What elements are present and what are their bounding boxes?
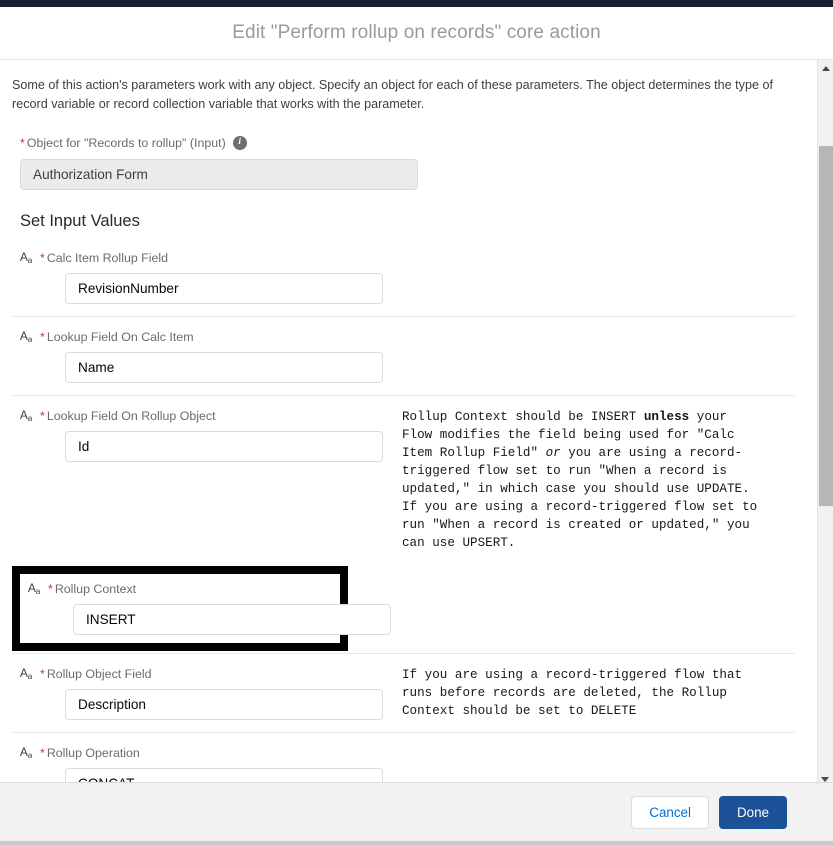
- param-row-lookup-field-on-rollup-object: Aa *Lookup Field On Rollup Object Rollup…: [12, 395, 795, 564]
- text-datatype-icon: Aa: [19, 408, 33, 423]
- modal-header: Edit "Perform rollup on records" core ac…: [0, 7, 833, 60]
- parameter-list: Aa *Calc Item Rollup Field Aa *Lookup Fi…: [12, 249, 795, 782]
- edit-core-action-modal: Edit "Perform rollup on records" core ac…: [0, 0, 833, 845]
- modal-body-scroll-area: Some of this action's parameters work wi…: [0, 60, 817, 782]
- modal-footer: Cancel Done: [0, 777, 833, 845]
- param-label: Rollup Operation: [46, 746, 140, 760]
- set-input-values-heading: Set Input Values: [20, 212, 140, 230]
- intro-description: Some of this action's parameters work wi…: [12, 78, 773, 111]
- param-left-column: Aa * Lookup Field On Calc Item: [12, 328, 402, 383]
- param-row-rollup-operation: Aa * Rollup Operation: [12, 732, 795, 782]
- object-for-records-to-rollup-block: * Object for "Records to rollup" (Input) …: [12, 134, 795, 190]
- required-marker: *: [40, 251, 45, 265]
- text-datatype-icon: Aa: [27, 581, 41, 596]
- note-segment-1: Rollup Context should be INSERT: [402, 410, 644, 424]
- page-title: Edit "Perform rollup on records" core ac…: [232, 22, 601, 43]
- rollup-context-annotation-note: Rollup Context should be INSERT unless y…: [402, 407, 795, 552]
- param-label-row: * Lookup Field On Calc Item: [40, 328, 402, 346]
- note-segment-italic: or: [545, 446, 561, 460]
- param-fields: * Calc Item Rollup Field: [40, 249, 402, 304]
- object-for-records-to-rollup-input[interactable]: Authorization Form: [20, 159, 418, 190]
- param-fields: * Rollup Context: [48, 580, 410, 635]
- param-fields: * Rollup Object Field: [40, 665, 402, 720]
- lookup-field-on-calc-item-input[interactable]: [65, 352, 383, 383]
- param-row-rollup-object-field: Aa *Rollup Object Field If you are using…: [12, 653, 795, 732]
- param-left-column: Aa * Lookup Field On Rollup Object: [12, 407, 402, 462]
- param-label-row: * Rollup Context: [48, 580, 410, 598]
- param-label-row: * Calc Item Rollup Field: [40, 249, 402, 267]
- required-marker: *: [20, 136, 25, 150]
- param-label: Lookup Field On Calc Item: [46, 330, 194, 344]
- note-segment-3: you are using a record- triggered flow s…: [402, 446, 758, 550]
- param-label: Rollup Context: [54, 582, 137, 596]
- param-row-rollup-context-highlighted: Aa * Rollup Context: [12, 566, 391, 651]
- done-button[interactable]: Done: [718, 795, 787, 829]
- cancel-button[interactable]: Cancel: [631, 795, 709, 829]
- required-marker: *: [40, 667, 45, 681]
- param-label: Rollup Object Field: [46, 667, 152, 681]
- param-label-row: * Rollup Operation: [40, 744, 402, 762]
- scroll-up-arrow-icon[interactable]: [818, 60, 833, 77]
- delete-context-annotation-note: If you are using a record-triggered flow…: [402, 668, 743, 718]
- rollup-context-input[interactable]: [73, 604, 391, 635]
- text-datatype-icon: Aa: [19, 666, 33, 681]
- param-left-column: Aa * Rollup Operation: [12, 744, 402, 782]
- lookup-field-on-rollup-object-input[interactable]: [65, 431, 383, 462]
- rollup-object-field-input[interactable]: [65, 689, 383, 720]
- required-marker: *: [40, 330, 45, 344]
- param-label-row: * Lookup Field On Rollup Object: [40, 407, 402, 425]
- param-label-row: * Rollup Object Field: [40, 665, 402, 683]
- param-left-column: Aa * Calc Item Rollup Field: [12, 249, 402, 304]
- calc-item-rollup-field-input[interactable]: [65, 273, 383, 304]
- param-fields: * Rollup Operation: [40, 744, 402, 782]
- param-row-lookup-field-on-calc-item: Aa * Lookup Field On Calc Item: [12, 316, 795, 395]
- param-left-column: Aa * Rollup Object Field: [12, 665, 402, 720]
- scrollbar-thumb[interactable]: [819, 146, 833, 506]
- param-row-calc-item-rollup-field: Aa * Calc Item Rollup Field: [12, 249, 795, 316]
- scroll-down-arrow-icon[interactable]: [817, 771, 833, 788]
- text-datatype-icon: Aa: [19, 745, 33, 760]
- param-fields: * Lookup Field On Rollup Object: [40, 407, 402, 462]
- param-left-column: Aa * Rollup Context: [20, 580, 410, 635]
- text-datatype-icon: Aa: [19, 250, 33, 265]
- param-label: Lookup Field On Rollup Object: [46, 409, 216, 423]
- vertical-scrollbar[interactable]: [817, 60, 833, 782]
- param-fields: * Lookup Field On Calc Item: [40, 328, 402, 383]
- rollup-operation-input[interactable]: [65, 768, 383, 782]
- required-marker: *: [48, 582, 53, 596]
- info-icon[interactable]: i: [232, 136, 247, 150]
- required-marker: *: [40, 746, 45, 760]
- required-marker: *: [40, 409, 45, 423]
- browser-chrome-strip: [0, 0, 833, 7]
- text-datatype-icon: Aa: [19, 329, 33, 344]
- object-field-label: * Object for "Records to rollup" (Input): [20, 136, 226, 150]
- object-field-label-row: * Object for "Records to rollup" (Input) …: [12, 134, 795, 152]
- note-segment-bold: unless: [643, 410, 690, 424]
- modal-body-wrapper: Some of this action's parameters work wi…: [0, 60, 833, 782]
- param-label: Calc Item Rollup Field: [46, 251, 169, 265]
